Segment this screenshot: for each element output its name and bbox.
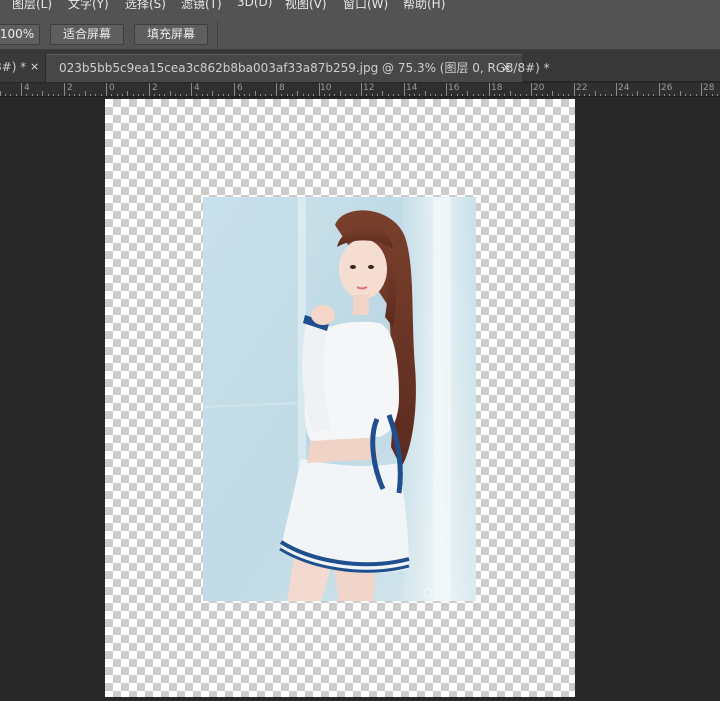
options-bar: 100% 适合屏幕 填充屏幕 (0, 12, 720, 50)
fill-screen-button[interactable]: 填充屏幕 (134, 24, 208, 45)
tab-label: 8#) * (0, 60, 27, 74)
menu-help[interactable]: 帮助(H) (403, 0, 445, 12)
zoom-100-button[interactable]: 100% (0, 24, 40, 45)
ruler-label: 16 (448, 83, 460, 93)
ruler-label: 4 (24, 83, 30, 93)
menu-type[interactable]: 文字(Y) (68, 0, 109, 12)
document-tab-inactive[interactable]: 8#) * × (0, 54, 46, 82)
ruler-ticks (0, 83, 718, 96)
ruler-label: 2 (152, 83, 158, 93)
ruler-label: 22 (576, 83, 588, 93)
close-icon[interactable]: × (502, 55, 511, 81)
menu-select[interactable]: 选择(S) (125, 0, 166, 12)
menu-3d[interactable]: 3D(D) (237, 0, 272, 9)
fit-screen-button[interactable]: 适合屏幕 (50, 24, 124, 45)
ruler-label: 26 (661, 83, 673, 93)
ruler-label: 12 (363, 83, 375, 93)
ruler-label: 18 (491, 83, 503, 93)
ruler-label: 0 (109, 83, 115, 93)
menu-filter[interactable]: 滤镜(T) (181, 0, 222, 12)
photo-layer[interactable] (203, 197, 476, 601)
menu-layer[interactable]: 图层(L) (12, 0, 52, 12)
horizontal-ruler[interactable]: 4 2 0 2 4 6 8 10 12 14 16 18 20 22 24 26… (0, 83, 720, 97)
options-divider (217, 22, 218, 48)
ruler-label: 4 (194, 83, 200, 93)
menu-view[interactable]: 视图(V) (285, 0, 327, 12)
tab-label: 023b5bb5c9ea15cea3c862b8ba003af33a87b259… (59, 61, 550, 75)
close-icon[interactable]: × (30, 54, 39, 80)
menu-bar: 图层(L) 文字(Y) 选择(S) 滤镜(T) 3D(D) 视图(V) 窗口(W… (0, 0, 720, 12)
ruler-label: 8 (279, 83, 285, 93)
ruler-label: 6 (237, 83, 243, 93)
ruler-label: 24 (618, 83, 630, 93)
menu-window[interactable]: 窗口(W) (343, 0, 388, 12)
ruler-label: 20 (533, 83, 545, 93)
ruler-label: 2 (67, 83, 73, 93)
ruler-label: 28 (703, 83, 715, 93)
document-tab-active[interactable]: 023b5bb5c9ea15cea3c862b8ba003af33a87b259… (46, 54, 550, 82)
photo-image (203, 197, 476, 601)
document-tab-bar: 8#) * × 023b5bb5c9ea15cea3c862b8ba003af3… (0, 50, 720, 82)
ruler-label: 14 (406, 83, 418, 93)
ruler-label: 10 (320, 83, 332, 93)
